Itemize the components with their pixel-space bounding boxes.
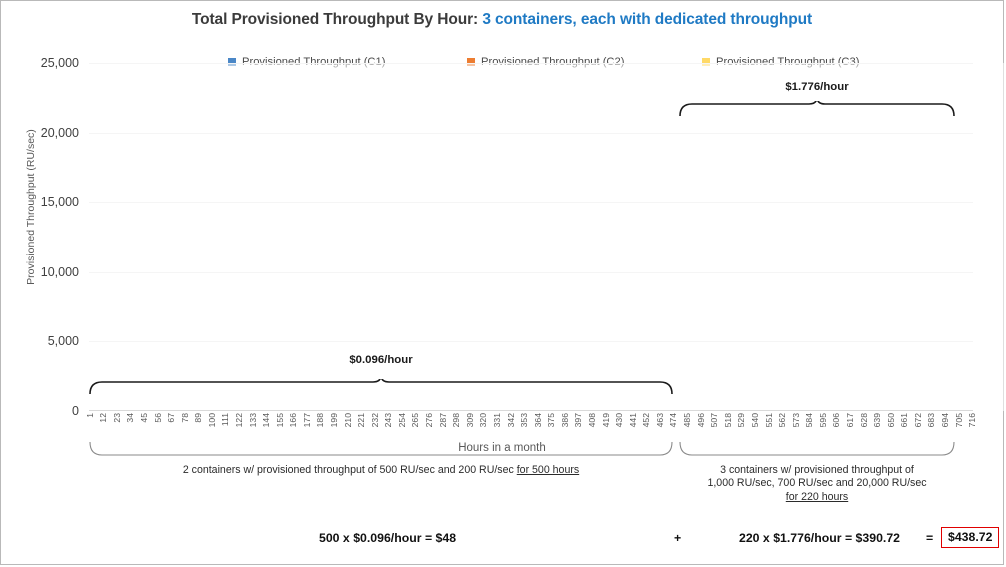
caption-right-line2: 1,000 RU/sec, 700 RU/sec and 20,000 RU/s… bbox=[707, 477, 927, 490]
y-axis-tick-labels: 0 5,000 10,000 15,000 20,000 25,000 bbox=[1, 1, 79, 564]
y-axis-tick-label: 20,000 bbox=[40, 125, 79, 140]
y-axis-tick-label: 0 bbox=[72, 404, 79, 418]
caption-right-line1: 3 containers w/ provisioned throughput o… bbox=[720, 464, 914, 476]
rate-label-left: $0.096/hour bbox=[349, 354, 413, 366]
formula-left: 500 x $0.096/hour = $48 bbox=[319, 531, 457, 545]
chart-title: Total Provisioned Throughput By Hour: 3 … bbox=[1, 11, 1003, 29]
chart-title-accent: 3 containers, each with dedicated throug… bbox=[482, 11, 813, 28]
caption-left-underlined: for 500 hours bbox=[516, 464, 580, 476]
x-tick-slot: 716 bbox=[967, 412, 977, 446]
y-axis-tick-label: 25,000 bbox=[40, 56, 79, 70]
formula-plus: + bbox=[674, 531, 682, 545]
x-tick-label: 716 bbox=[967, 413, 978, 428]
brace-left-caption bbox=[89, 441, 673, 459]
formula-equals: = bbox=[926, 531, 934, 545]
brace-right-caption bbox=[679, 441, 955, 459]
y-axis-tick-label: 15,000 bbox=[40, 195, 79, 210]
caption-right-underlined: for 220 hours bbox=[785, 490, 849, 503]
brace-left-region bbox=[89, 379, 673, 395]
brace-right-region bbox=[679, 101, 955, 117]
caption-left-text: 2 containers w/ provisioned throughput o… bbox=[182, 464, 517, 476]
caption-left-region: 2 containers w/ provisioned throughput o… bbox=[89, 464, 673, 477]
chart-screenshot: Total Provisioned Throughput By Hour: 3 … bbox=[0, 0, 1006, 565]
y-axis-tick-label: 10,000 bbox=[40, 264, 79, 279]
total-cost-box: $438.72 bbox=[941, 527, 1000, 548]
y-axis-tick-label: 5,000 bbox=[47, 334, 79, 349]
x-axis-line bbox=[89, 410, 973, 411]
caption-right-region: 3 containers w/ provisioned throughput o… bbox=[679, 464, 955, 504]
formula-right: 220 x $1.776/hour = $390.72 bbox=[739, 531, 901, 545]
rate-label-right: $1.776/hour bbox=[785, 81, 849, 93]
chart-title-main: Total Provisioned Throughput By Hour: bbox=[191, 11, 483, 28]
